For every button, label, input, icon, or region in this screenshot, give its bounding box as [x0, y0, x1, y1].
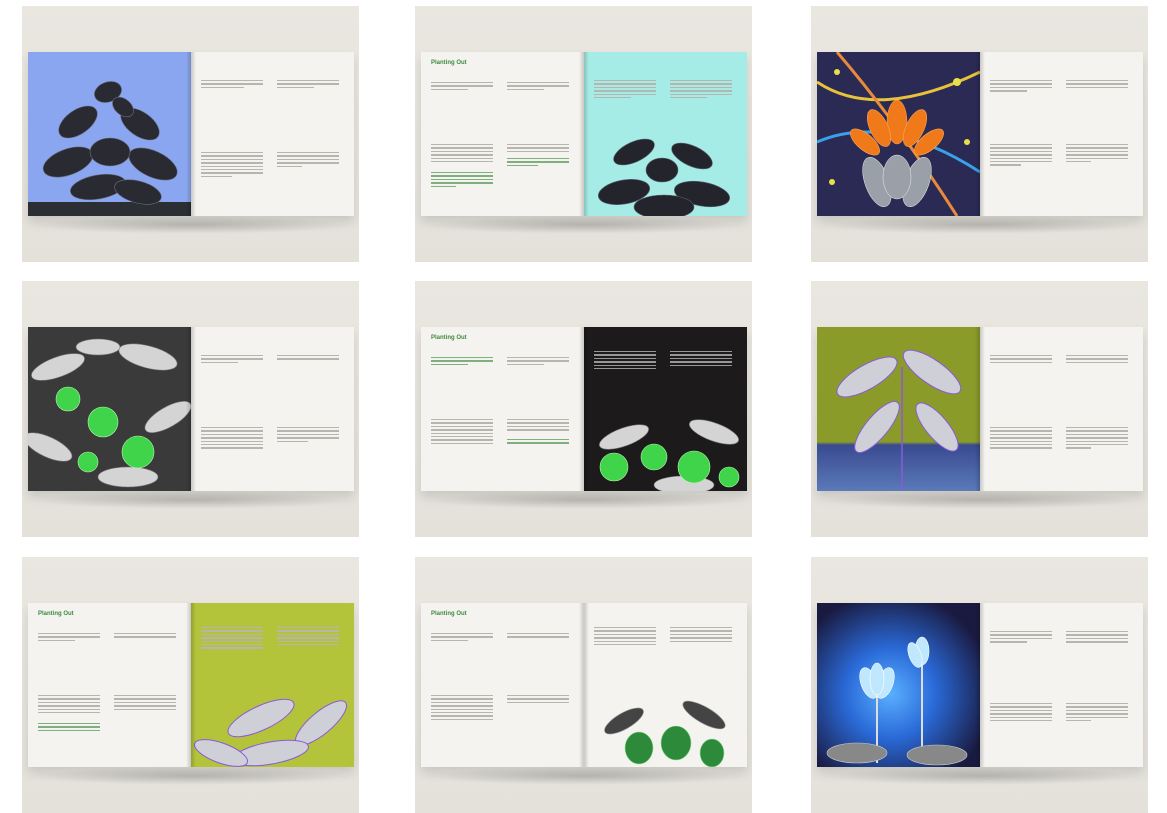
calathea-illustration	[191, 603, 354, 767]
left-page-text: Planting Out	[421, 603, 584, 767]
book-mockup-calathea-lime: Planting Out	[22, 557, 359, 813]
protea-illustration	[817, 52, 980, 216]
right-page-art	[584, 52, 747, 216]
open-book: Planting Out	[28, 603, 354, 767]
right-page-text	[980, 52, 1143, 216]
book-mockup-periwinkle-dark: Planting Out	[415, 281, 752, 537]
left-page-text: Planting Out	[28, 603, 191, 767]
open-book: Planting Out	[421, 52, 747, 216]
right-page-art	[191, 603, 354, 767]
right-page-art	[584, 327, 747, 491]
book-mockup-lotus	[811, 557, 1148, 813]
right-page-text	[191, 327, 354, 491]
left-page-text: Planting Out	[421, 52, 584, 216]
left-page-art	[28, 327, 191, 491]
open-book	[817, 603, 1143, 767]
open-book	[28, 327, 354, 491]
open-book	[817, 52, 1143, 216]
basil-illustration	[28, 52, 191, 216]
book-mockup-berries: Planting Out	[415, 557, 752, 813]
book-mockup-basil-cyan: Planting Out	[415, 6, 752, 262]
berries-illustration	[584, 603, 747, 767]
lotus-illustration	[817, 603, 980, 767]
open-book	[28, 52, 354, 216]
right-page-art	[584, 603, 747, 767]
book-mockup-periwinkle	[22, 281, 359, 537]
basil-illustration	[584, 52, 747, 216]
open-book	[817, 327, 1143, 491]
right-page-text	[980, 603, 1143, 767]
book-mockup-calathea-olive	[811, 281, 1148, 537]
left-page-art	[817, 603, 980, 767]
left-page-art	[817, 327, 980, 491]
right-page-text	[191, 52, 354, 216]
periwinkle-illustration	[28, 327, 191, 491]
book-shadow	[32, 216, 352, 234]
chapter-title: Planting Out	[38, 611, 74, 617]
chapter-title: Planting Out	[431, 335, 467, 341]
left-page-art	[28, 52, 191, 216]
book-mockup-basil-blue	[22, 6, 359, 262]
left-page-art	[817, 52, 980, 216]
book-mockup-protea	[811, 6, 1148, 262]
periwinkle-illustration	[584, 327, 747, 491]
left-page-text: Planting Out	[421, 327, 584, 491]
open-book: Planting Out	[421, 603, 747, 767]
right-page-text	[980, 327, 1143, 491]
chapter-title: Planting Out	[431, 60, 467, 66]
chapter-title: Planting Out	[431, 611, 467, 617]
calathea-illustration	[817, 327, 980, 491]
open-book: Planting Out	[421, 327, 747, 491]
